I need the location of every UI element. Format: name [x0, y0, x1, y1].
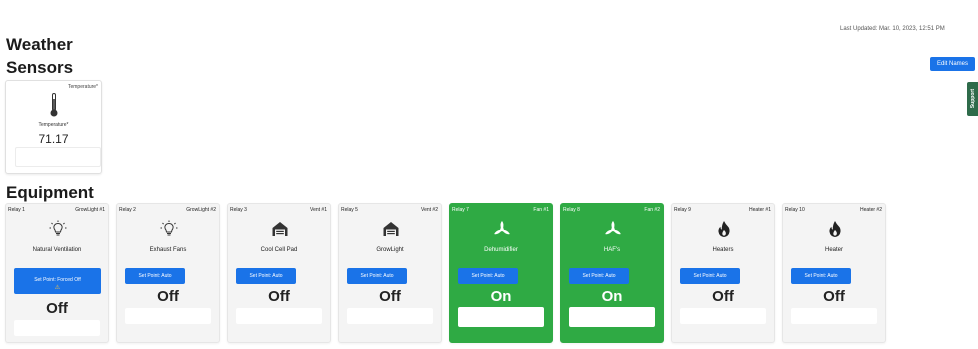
- setpoint-button[interactable]: Set Point: Auto: [236, 268, 296, 284]
- equipment-card-relay-9[interactable]: Relay 9 Heater #1 Heaters Set Point: Aut…: [671, 203, 775, 343]
- equipment-name: Fan #2: [644, 207, 660, 213]
- equipment-name: Vent #2: [421, 207, 438, 213]
- thermometer-icon: [50, 93, 58, 117]
- vent-icon: [272, 222, 288, 236]
- equipment-detail-box: [569, 307, 655, 327]
- relay-label: Relay 8: [563, 207, 580, 213]
- equipment-name: Heater #1: [749, 207, 771, 213]
- relay-label: Relay 7: [452, 207, 469, 213]
- equipment-detail-box: [14, 320, 100, 336]
- relay-label: Relay 1: [8, 207, 25, 213]
- setpoint-button[interactable]: Set Point: Auto: [791, 268, 851, 284]
- equipment-card-relay-8[interactable]: Relay 8 Fan #2 HAF's Set Point: Auto On: [560, 203, 664, 343]
- equipment-state: On: [601, 288, 623, 305]
- equipment-name: GrowLight #1: [75, 207, 105, 213]
- equipment-detail-box: [458, 307, 544, 327]
- setpoint-button[interactable]: Set Point: Auto: [347, 268, 407, 284]
- relay-label: Relay 5: [341, 207, 358, 213]
- edit-names-button[interactable]: Edit Names: [930, 57, 975, 71]
- sensor-detail-box: [15, 147, 101, 167]
- fan-icon: [494, 221, 510, 235]
- setpoint-label: Set Point: Forced Off: [34, 276, 81, 283]
- equipment-description: HAF's: [603, 247, 621, 253]
- equipment-card-relay-5[interactable]: Relay 5 Vent #2 GrowLight Set Point: Aut…: [338, 203, 442, 343]
- sensor-card-header: Temperature*: [67, 84, 98, 90]
- sensor-label: Temperature*: [38, 122, 69, 128]
- setpoint-button[interactable]: Set Point: Forced Off ⚠: [14, 268, 101, 294]
- lightbulb-icon: [160, 220, 178, 236]
- setpoint-button[interactable]: Set Point: Auto: [125, 268, 185, 284]
- vent-icon: [383, 222, 399, 236]
- equipment-description: Exhaust Fans: [149, 247, 187, 253]
- equipment-state: Off: [823, 288, 845, 305]
- equipment-name: Vent #1: [310, 207, 327, 213]
- equipment-description: Heaters: [712, 247, 734, 253]
- setpoint-button[interactable]: Set Point: Auto: [680, 268, 740, 284]
- setpoint-button[interactable]: Set Point: Auto: [458, 268, 518, 284]
- equipment-card-relay-2[interactable]: Relay 2 GrowLight #2 Exhaust Fans Set Po…: [116, 203, 220, 343]
- equipment-detail-box: [791, 308, 877, 324]
- relay-label: Relay 9: [674, 207, 691, 213]
- equipment-card-relay-1[interactable]: Relay 1 GrowLight #1 Natural Ventilation…: [5, 203, 109, 343]
- flame-icon: [718, 221, 730, 237]
- equipment-state: Off: [157, 288, 179, 305]
- equipment-card-relay-3[interactable]: Relay 3 Vent #1 Cool Cell Pad Set Point:…: [227, 203, 331, 343]
- flame-icon: [829, 221, 841, 237]
- equipment-state: Off: [268, 288, 290, 305]
- equipment-heading: Equipment: [6, 183, 94, 202]
- equipment-detail-box: [347, 308, 433, 324]
- warning-icon: ⚠: [54, 284, 61, 291]
- lightbulb-icon: [49, 220, 67, 236]
- equipment-state: On: [490, 288, 512, 305]
- support-tab[interactable]: Support: [967, 82, 978, 116]
- equipment-detail-box: [236, 308, 322, 324]
- equipment-detail-box: [125, 308, 211, 324]
- equipment-state: Off: [46, 300, 68, 317]
- equipment-card-relay-10[interactable]: Relay 10 Heater #2 Heater Set Point: Aut…: [782, 203, 886, 343]
- equipment-description: Heater: [824, 247, 843, 253]
- page-title-weather: Weather: [6, 35, 73, 54]
- equipment-name: GrowLight #2: [186, 207, 216, 213]
- equipment-description: Natural Ventilation: [32, 247, 82, 253]
- equipment-description: Dehumidifier: [484, 247, 518, 253]
- support-label: Support: [969, 89, 976, 109]
- equipment-state: Off: [712, 288, 734, 305]
- last-updated-text: Last Updated: Mar. 10, 2023, 12:51 PM: [840, 26, 945, 32]
- equipment-description: GrowLight: [376, 247, 404, 253]
- sensor-card-temperature[interactable]: Temperature* Temperature* 71.17: [5, 80, 102, 174]
- equipment-name: Fan #1: [533, 207, 549, 213]
- relay-label: Relay 10: [785, 207, 805, 213]
- setpoint-button[interactable]: Set Point: Auto: [569, 268, 629, 284]
- equipment-state: Off: [379, 288, 401, 305]
- fan-icon: [605, 221, 621, 235]
- equipment-description: Cool Cell Pad: [260, 247, 298, 253]
- sensor-value: 71.17: [38, 132, 69, 146]
- relay-label: Relay 2: [119, 207, 136, 213]
- equipment-card-relay-7[interactable]: Relay 7 Fan #1 Dehumidifier Set Point: A…: [449, 203, 553, 343]
- relay-label: Relay 3: [230, 207, 247, 213]
- equipment-detail-box: [680, 308, 766, 324]
- sensors-heading: Sensors: [6, 58, 74, 77]
- equipment-name: Heater #2: [860, 207, 882, 213]
